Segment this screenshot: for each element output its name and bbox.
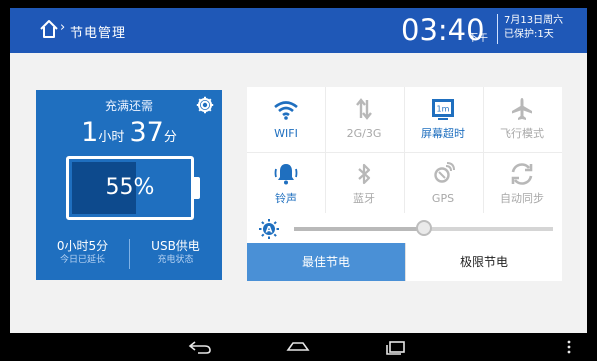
app-title: 节电管理 xyxy=(70,26,127,41)
clock-date: 7月13日周六 xyxy=(504,15,564,26)
toggle-label: 铃声 xyxy=(275,192,297,205)
home-icon[interactable] xyxy=(38,18,60,40)
brightness-row: A xyxy=(247,213,562,243)
battery-card: 充满还需 1小时 37分 55% 0小时5分 今日已延长 USB供电 充电状态 xyxy=(36,90,222,280)
extended-stat: 0小时5分 今日已延长 xyxy=(36,236,129,266)
battery-percent: 55% xyxy=(105,175,155,200)
toggle-airplane[interactable]: 飞行模式 xyxy=(483,87,561,152)
airplane-icon xyxy=(512,98,532,120)
toggle-label: WIFI xyxy=(274,127,298,140)
toggle-wifi[interactable]: WIFI xyxy=(247,87,325,152)
extended-label: 今日已延长 xyxy=(59,255,105,265)
toggle-bluetooth[interactable]: 蓝牙 xyxy=(325,152,403,217)
screen-timeout-badge: 1m xyxy=(437,105,450,114)
charge-time-remaining: 1小时 37分 xyxy=(36,118,222,153)
auto-brightness-letter: A xyxy=(266,226,273,236)
hours-value: 1 xyxy=(81,117,99,148)
battery-cap xyxy=(194,177,200,199)
power-modes: 最佳节电 极限节电 xyxy=(247,243,562,281)
brightness-slider-handle[interactable] xyxy=(416,220,432,236)
extended-value: 0小时5分 xyxy=(56,239,109,253)
chevron-right-icon: › xyxy=(60,20,66,35)
toggle-gps[interactable]: GPS xyxy=(404,152,482,217)
recents-icon[interactable] xyxy=(383,338,409,356)
home-button-icon[interactable] xyxy=(285,338,311,356)
extreme-saving-mode-button[interactable]: 极限节电 xyxy=(405,243,562,281)
power-manager-screen: › 节电管理 03:40 下午 7月13日周六 已保护:1天 充满还需 1小时 … xyxy=(10,8,587,333)
toggle-label: GPS xyxy=(431,192,455,205)
charge-state-value: USB供电 xyxy=(151,239,200,253)
charge-state-stat: USB供电 充电状态 xyxy=(129,236,222,266)
gps-icon xyxy=(434,162,455,183)
header-divider xyxy=(497,14,498,44)
toggle-label: 2G/3G xyxy=(346,127,382,140)
battery-stats: 0小时5分 今日已延长 USB供电 充电状态 xyxy=(36,236,222,276)
system-navigation-bar xyxy=(0,333,597,361)
menu-icon[interactable] xyxy=(563,338,575,356)
toggle-label: 屏幕超时 xyxy=(421,127,465,140)
screen-timeout-icon: 1m xyxy=(432,99,454,120)
gear-icon[interactable] xyxy=(195,95,215,115)
toggle-label: 蓝牙 xyxy=(353,192,375,205)
hours-unit: 小时 xyxy=(98,130,125,145)
clock-ampm: 下午 xyxy=(468,33,488,44)
charge-state-label: 充电状态 xyxy=(157,255,194,265)
protected-days: 已保护:1天 xyxy=(504,29,554,40)
app-header: › 节电管理 03:40 下午 7月13日周六 已保护:1天 xyxy=(10,8,587,53)
quick-toggles: WIFI 2G/3G 1m 屏幕超时 飞行模式 铃声 蓝牙 GPS 自动同步 xyxy=(247,87,562,217)
minutes-unit: 分 xyxy=(163,130,177,145)
sync-icon xyxy=(511,163,533,185)
toggle-auto-sync[interactable]: 自动同步 xyxy=(483,152,561,217)
toggle-screen-timeout[interactable]: 1m 屏幕超时 xyxy=(404,87,482,152)
toggle-mobile-data[interactable]: 2G/3G xyxy=(325,87,403,152)
auto-brightness-icon[interactable]: A xyxy=(258,218,280,240)
wifi-icon xyxy=(274,101,298,120)
best-saving-mode-button[interactable]: 最佳节电 xyxy=(247,243,405,281)
bluetooth-icon xyxy=(358,163,371,185)
back-icon[interactable] xyxy=(187,338,213,356)
ringer-icon xyxy=(274,164,298,185)
toggle-ringer[interactable]: 铃声 xyxy=(247,152,325,217)
brightness-slider-fill xyxy=(294,227,424,231)
toggle-label: 飞行模式 xyxy=(500,127,544,140)
minutes-value: 37 xyxy=(129,117,164,148)
toggle-label: 自动同步 xyxy=(500,192,544,205)
mobile-data-icon xyxy=(356,98,372,120)
